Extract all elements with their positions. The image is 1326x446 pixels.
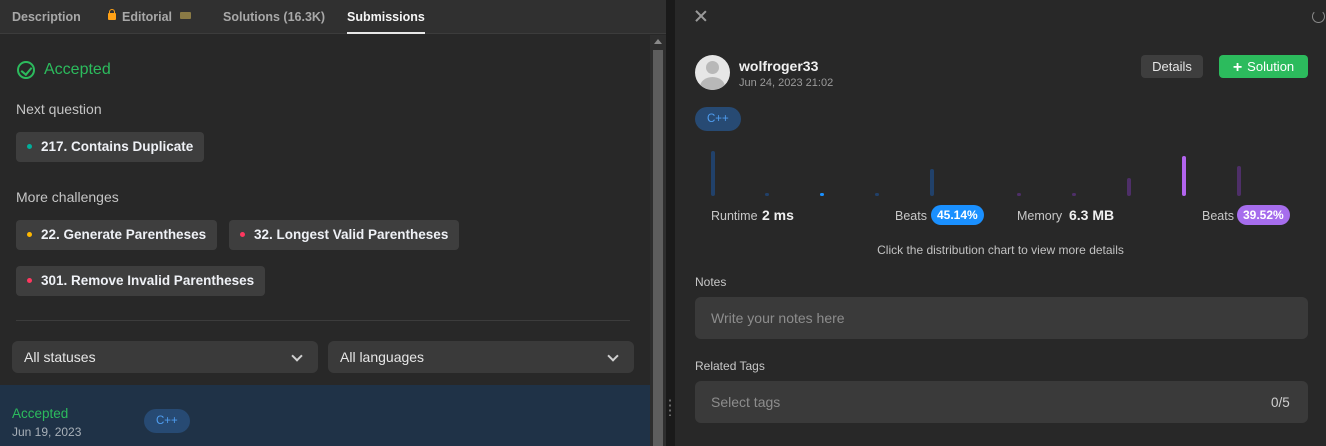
challenge-chip[interactable]: 301. Remove Invalid Parentheses xyxy=(16,266,266,296)
runtime-bar[interactable] xyxy=(820,193,824,196)
chevron-down-icon xyxy=(607,350,619,362)
tags-input[interactable] xyxy=(695,381,1308,423)
notes-input[interactable] xyxy=(695,297,1308,339)
runtime-beats-label: Beats xyxy=(895,209,927,223)
challenge-chip[interactable]: 22. Generate Parentheses xyxy=(16,220,218,250)
refresh-icon[interactable] xyxy=(1312,10,1325,23)
tab-editorial[interactable]: Editorial xyxy=(108,0,192,34)
next-question-heading: Next question xyxy=(16,101,102,117)
runtime-bar[interactable] xyxy=(765,193,769,196)
notes-label: Notes xyxy=(695,275,727,289)
challenge-chip[interactable]: 32. Longest Valid Parentheses xyxy=(229,220,460,250)
memory-bar[interactable] xyxy=(1127,178,1131,196)
drag-handle-icon[interactable] xyxy=(669,398,671,416)
username[interactable]: wolfroger33 xyxy=(739,58,818,74)
chart-hint: Click the distribution chart to view mor… xyxy=(877,243,1124,257)
memory-label: Memory xyxy=(1017,209,1063,223)
language-filter-select[interactable]: All languages xyxy=(328,341,634,373)
tab-submissions[interactable]: Submissions xyxy=(347,0,425,34)
avatar[interactable] xyxy=(695,55,730,90)
panel-resizer[interactable] xyxy=(666,0,675,446)
scrollbar[interactable] xyxy=(650,35,666,446)
memory-bar[interactable] xyxy=(1072,193,1076,196)
left-panel: Description Editorial Solutions (16.3K) … xyxy=(0,0,666,446)
runtime-bar[interactable] xyxy=(930,169,934,196)
language-badge: C++ xyxy=(695,107,741,131)
submission-detail-panel: wolfroger33 Jun 24, 2023 21:02 Details +… xyxy=(675,0,1326,446)
runtime-bar[interactable] xyxy=(711,151,715,196)
details-button[interactable]: Details xyxy=(1141,55,1203,78)
memory-bar[interactable] xyxy=(1237,166,1241,196)
memory-value: 6.3 MB xyxy=(1069,207,1115,223)
submission-datetime: Jun 24, 2023 21:02 xyxy=(739,77,834,89)
status-filter-select[interactable]: All statuses xyxy=(12,341,318,373)
related-tags-label: Related Tags xyxy=(695,359,765,373)
tab-description[interactable]: Description xyxy=(12,0,81,34)
submission-status: Accepted xyxy=(12,406,69,421)
memory-bar[interactable] xyxy=(1017,193,1021,196)
video-icon xyxy=(180,12,192,19)
divider xyxy=(16,320,630,321)
tab-bar: Description Editorial Solutions (16.3K) … xyxy=(0,0,666,34)
check-circle-icon xyxy=(17,61,35,79)
tag-counter: 0/5 xyxy=(1271,395,1290,410)
runtime-label: Runtime xyxy=(711,209,758,223)
memory-beats-badge: 39.52% xyxy=(1237,205,1290,225)
close-icon[interactable] xyxy=(695,10,707,22)
scrollbar-thumb[interactable] xyxy=(653,50,663,446)
more-challenges-heading: More challenges xyxy=(16,189,119,205)
runtime-bar[interactable] xyxy=(875,193,879,196)
difficulty-dot xyxy=(27,232,32,237)
plus-icon: + xyxy=(1232,59,1243,76)
difficulty-dot xyxy=(240,232,245,237)
runtime-value: 2 ms xyxy=(762,207,794,223)
submission-date: Jun 19, 2023 xyxy=(12,425,82,439)
post-solution-button[interactable]: + Solution xyxy=(1219,55,1308,78)
memory-beats-label: Beats xyxy=(1202,209,1234,223)
difficulty-dot xyxy=(27,144,32,149)
difficulty-dot xyxy=(27,278,32,283)
next-question-chip[interactable]: 217. Contains Duplicate xyxy=(16,132,205,162)
memory-bar[interactable] xyxy=(1182,156,1186,196)
lock-icon xyxy=(108,9,116,20)
chevron-down-icon xyxy=(291,350,303,362)
submission-row[interactable]: Accepted Jun 19, 2023 C++ xyxy=(0,385,650,446)
result-status: Accepted xyxy=(17,60,111,80)
language-badge: C++ xyxy=(144,409,190,433)
runtime-beats-badge: 45.14% xyxy=(931,205,984,225)
scroll-up-arrow-icon[interactable] xyxy=(654,39,662,44)
tab-solutions[interactable]: Solutions (16.3K) xyxy=(223,0,325,34)
